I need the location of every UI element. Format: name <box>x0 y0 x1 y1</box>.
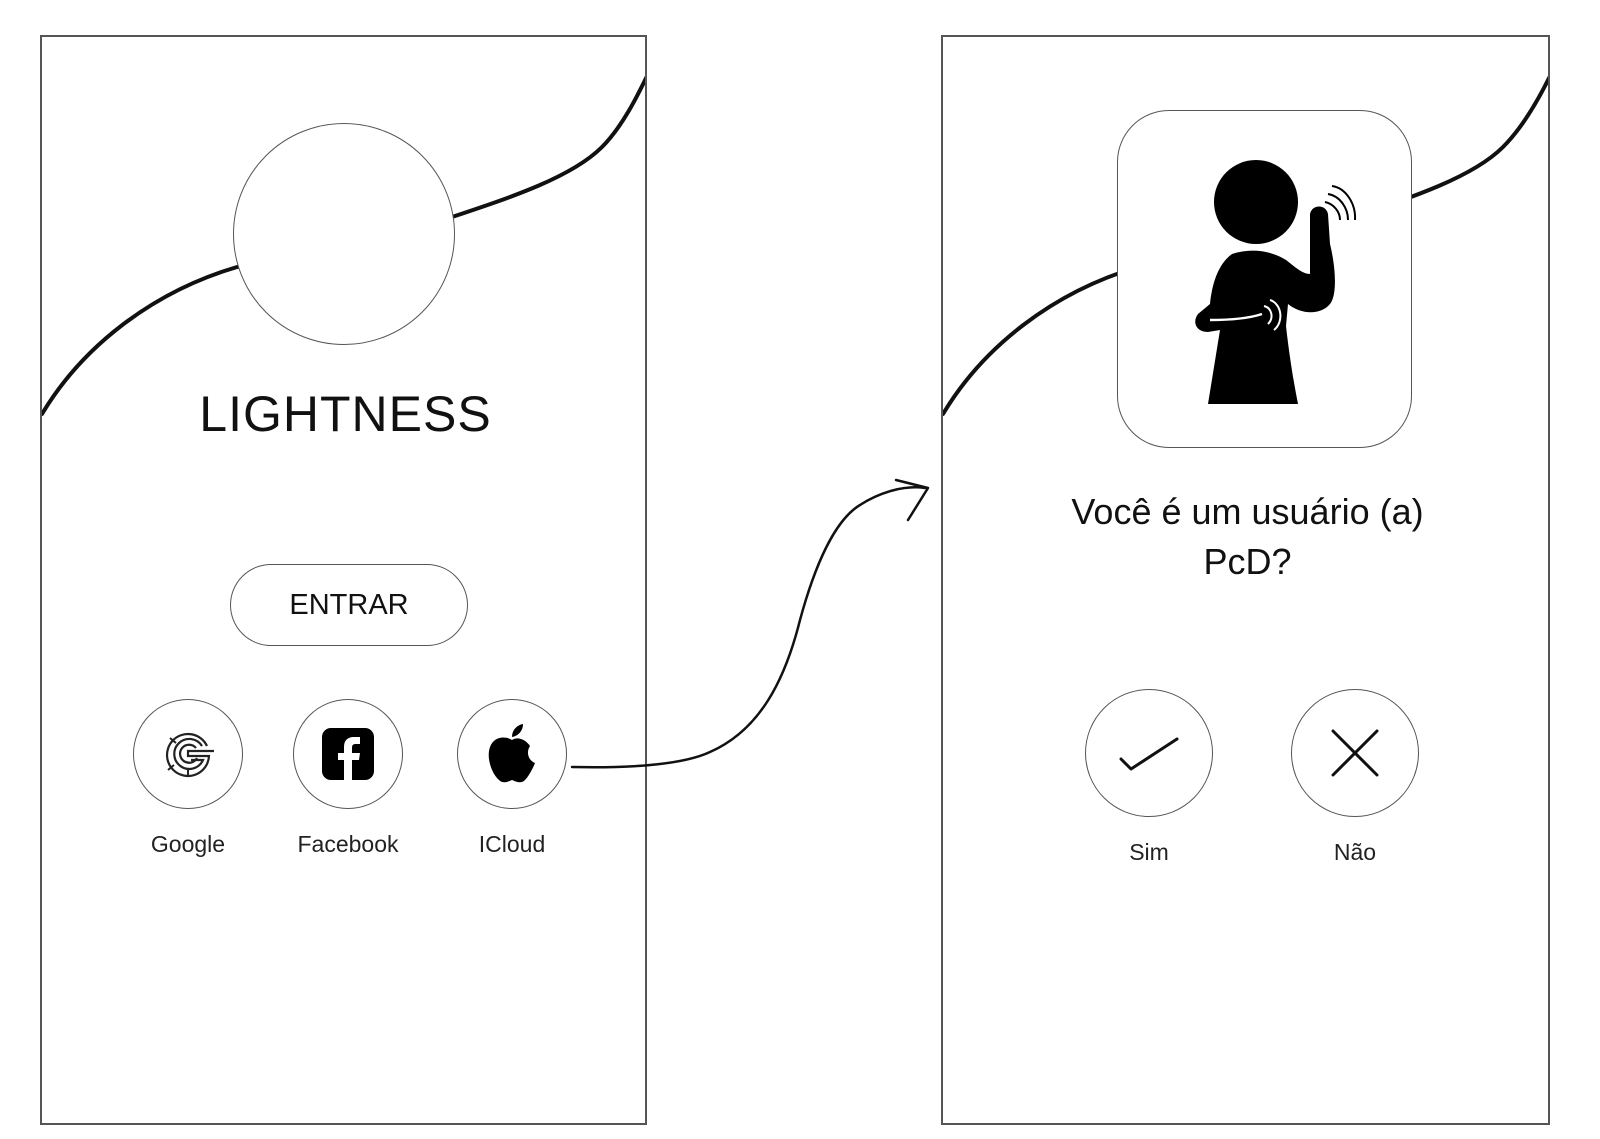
no-button[interactable] <box>1291 689 1419 817</box>
answer-no[interactable]: Não <box>1285 689 1425 866</box>
pcd-screen: Você é um usuário (a) PcD? Sim Não <box>941 35 1550 1125</box>
question-line-1: Você é um usuário (a) <box>1071 491 1424 532</box>
google-login[interactable]: Google <box>118 699 258 858</box>
facebook-login-button[interactable] <box>293 699 403 809</box>
login-screen: LIGHTNESS ENTRAR Google Facebook ICloud <box>40 35 647 1125</box>
illustration-card <box>1117 110 1412 448</box>
pcd-question: Você é um usuário (a) PcD? <box>943 487 1548 587</box>
icloud-label: ICloud <box>478 831 546 857</box>
enter-button[interactable]: ENTRAR <box>230 564 468 646</box>
google-login-button[interactable] <box>133 699 243 809</box>
apple-icon <box>488 724 535 783</box>
sign-language-person-icon <box>1194 160 1356 404</box>
google-label: Google <box>150 831 226 857</box>
facebook-label: Facebook <box>297 831 399 857</box>
yes-button[interactable] <box>1085 689 1213 817</box>
google-icon <box>165 732 214 778</box>
check-icon <box>1119 737 1179 771</box>
logo-placeholder <box>233 123 455 345</box>
answer-yes[interactable]: Sim <box>1079 689 1219 866</box>
yes-label: Sim <box>1129 839 1169 865</box>
icloud-login[interactable]: ICloud <box>442 699 582 858</box>
facebook-login[interactable]: Facebook <box>278 699 418 858</box>
icloud-login-button[interactable] <box>457 699 567 809</box>
question-line-2: PcD? <box>1203 541 1292 582</box>
app-title: LIGHTNESS <box>199 386 492 442</box>
no-label: Não <box>1333 839 1377 865</box>
close-icon <box>1331 729 1379 777</box>
facebook-icon <box>322 728 374 780</box>
